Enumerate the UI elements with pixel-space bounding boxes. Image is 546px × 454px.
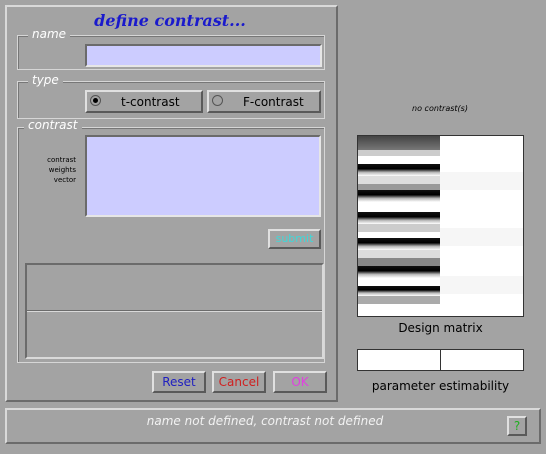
estimability-divider xyxy=(440,350,441,370)
cancel-button[interactable]: Cancel xyxy=(212,371,266,393)
contrast-group-label: contrast xyxy=(24,119,82,132)
contrast-weights-input[interactable] xyxy=(85,135,321,217)
preview-divider xyxy=(27,310,322,312)
f-contrast-radio[interactable]: F-contrast xyxy=(207,90,321,113)
dialog-title: define contrast... xyxy=(94,11,246,30)
t-contrast-label: t-contrast xyxy=(121,95,180,109)
design-matrix-image xyxy=(358,136,523,316)
name-group-label: name xyxy=(28,28,71,41)
radio-unselected-icon xyxy=(212,95,223,106)
weights-label: contrast weights vector xyxy=(47,156,76,184)
submit-button[interactable]: submit xyxy=(268,229,321,249)
type-group-label: type xyxy=(28,74,63,87)
name-input[interactable] xyxy=(85,44,322,67)
help-button[interactable]: ? xyxy=(507,416,527,436)
radio-selected-icon xyxy=(90,95,101,106)
design-matrix-caption: Design matrix xyxy=(398,321,483,335)
design-matrix[interactable] xyxy=(357,135,524,317)
contrast-list-title: no contrast(s) xyxy=(412,104,468,113)
f-contrast-label: F-contrast xyxy=(243,95,304,109)
estimability-caption: parameter estimability xyxy=(371,379,510,393)
t-contrast-radio[interactable]: t-contrast xyxy=(85,90,203,113)
ok-button[interactable]: OK xyxy=(273,371,327,393)
parameter-estimability-bar xyxy=(357,349,524,371)
reset-button[interactable]: Reset xyxy=(152,371,206,393)
status-text: name not defined, contrast not defined xyxy=(146,414,384,428)
